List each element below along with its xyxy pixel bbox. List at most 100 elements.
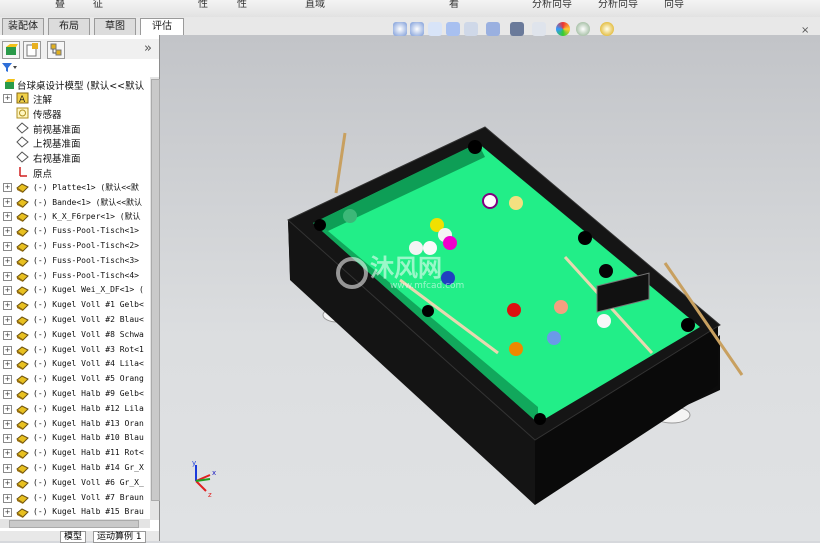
sensor-icon <box>16 107 29 119</box>
tree-item[interactable]: + (-) Bande<1> (默认<<默认 <box>0 195 150 209</box>
expand-toggle-icon[interactable]: + <box>3 182 12 192</box>
tab-motion-study[interactable]: 运动算例 1 <box>93 531 146 543</box>
tree-item[interactable]: + (-) Kugel Halb #12 Lila <box>0 402 150 416</box>
feature-tree-icon[interactable] <box>2 41 20 59</box>
tree-item[interactable]: + (-) Fuss-Pool-Tisch<1> <box>0 224 150 238</box>
hide-show-items-icon[interactable] <box>532 22 546 36</box>
coordinate-triad: y x z <box>192 459 216 499</box>
expand-toggle-icon[interactable]: + <box>3 330 12 340</box>
expand-toggle-icon[interactable]: + <box>3 478 12 488</box>
expand-toggle-icon[interactable]: + <box>3 301 12 311</box>
tab-evaluate[interactable]: 评估 <box>140 18 184 36</box>
tree-root-assembly[interactable]: 台球桌设计模型 (默认<<默认 <box>0 77 150 92</box>
tree-item[interactable]: + (-) Kugel Halb #14 Gr_X <box>0 461 150 475</box>
tree-item[interactable]: + (-) Kugel Voll #4 Lila< <box>0 357 150 371</box>
tree-item[interactable]: + A 注解 <box>0 91 150 106</box>
tree-horizontal-scrollbar[interactable] <box>0 519 150 528</box>
expand-toggle-icon[interactable]: + <box>3 316 12 325</box>
edit-appearance-icon[interactable] <box>556 22 570 36</box>
triad-z-label: y <box>192 459 196 467</box>
zoom-to-area-icon[interactable] <box>410 22 424 36</box>
part-icon <box>16 210 29 223</box>
dynamic-annotation-icon[interactable] <box>464 22 478 36</box>
tree-item[interactable]: + (-) Kugel Halb #10 Blau <box>0 431 150 445</box>
part-icon <box>16 358 29 371</box>
tree-item[interactable]: + (-) Fuss-Pool-Tisch<4> <box>0 269 150 283</box>
expand-toggle-icon[interactable]: + <box>3 449 12 459</box>
expand-toggle-icon[interactable]: + <box>3 197 12 207</box>
expand-toggle-icon[interactable]: + <box>3 271 12 281</box>
tree-item[interactable]: + (-) Kugel Voll #7 Braun <box>0 491 150 505</box>
tree-item[interactable]: + (-) Fuss-Pool-Tisch<3> <box>0 254 150 268</box>
expand-toggle-icon[interactable]: + <box>3 94 12 103</box>
toolbar-label[interactable]: 向导 <box>664 0 684 10</box>
toolbar-label[interactable]: 看 <box>449 0 459 10</box>
tree-item[interactable]: + (-) Kugel Halb #9 Gelb< <box>0 387 150 401</box>
tree-item-label: (-) Fuss-Pool-Tisch<1> <box>33 226 139 236</box>
toolbar-label[interactable]: 性 <box>237 0 247 10</box>
toolbar-label[interactable]: 征 <box>93 0 103 10</box>
apply-scene-icon[interactable] <box>576 22 590 36</box>
toolbar-label[interactable]: 分析向导 <box>598 0 638 10</box>
expand-toggle-icon[interactable]: + <box>3 212 12 222</box>
expand-toggle-icon[interactable]: + <box>3 360 12 370</box>
previous-view-icon[interactable] <box>428 22 442 36</box>
graphics-viewport[interactable]: 沐风网 www.mfcad.com y x z <box>160 22 820 541</box>
section-view-icon[interactable] <box>446 22 460 36</box>
tree-item[interactable]: 前视基准面 <box>0 121 150 136</box>
expand-toggle-icon[interactable]: + <box>3 242 12 251</box>
tree-item[interactable]: + (-) Kugel Halb #11 Rot< <box>0 446 150 460</box>
tree-item[interactable]: + (-) Platte<1> (默认<<默 <box>0 180 150 194</box>
tree-item[interactable]: + (-) Kugel Voll #1 Gelb< <box>0 298 150 312</box>
toolbar-label[interactable]: 性 <box>198 0 208 10</box>
tree-item[interactable]: + (-) Kugel Halb #15 Brau <box>0 505 150 519</box>
tab-assembly[interactable]: 装配体 <box>2 18 44 35</box>
toolbar-label[interactable]: 分析向导 <box>532 0 572 10</box>
expand-toggle-icon[interactable]: + <box>3 286 12 296</box>
expand-toggle-icon[interactable]: + <box>3 256 12 266</box>
expand-toggle-icon[interactable]: + <box>3 390 12 399</box>
expand-toggle-icon[interactable]: + <box>3 404 12 414</box>
expand-toggle-icon[interactable]: + <box>3 345 12 355</box>
tree-item[interactable]: + (-) K_X_F6rper<1> (默认 <box>0 209 150 223</box>
tree-item[interactable]: + (-) Fuss-Pool-Tisch<2> <box>0 239 150 253</box>
tree-vertical-scrollbar[interactable] <box>150 77 160 520</box>
tree-item[interactable]: + (-) Kugel Voll #6 Gr_X_ <box>0 476 150 490</box>
display-style-icon[interactable] <box>510 22 524 36</box>
expand-toggle-icon[interactable]: + <box>3 227 12 237</box>
tab-model[interactable]: 模型 <box>60 531 87 543</box>
zoom-to-fit-icon[interactable] <box>393 22 407 36</box>
tree-item[interactable]: 传感器 <box>0 106 150 121</box>
tab-sketch[interactable]: 草图 <box>94 18 136 35</box>
expand-toggle-icon[interactable]: + <box>3 434 12 444</box>
view-orientation-icon[interactable] <box>486 22 500 36</box>
tree-filter[interactable] <box>0 61 159 74</box>
tree-item[interactable]: + (-) Kugel Voll #5 Orang <box>0 372 150 386</box>
tree-item[interactable]: + (-) Kugel Wei_X_DF<1> ( <box>0 283 150 297</box>
expand-toggle-icon[interactable]: + <box>3 375 12 385</box>
expand-toggle-icon[interactable]: + <box>3 419 12 429</box>
scroll-thumb[interactable] <box>151 79 160 501</box>
toolbar-label[interactable]: 直域 <box>305 0 325 10</box>
tree-item[interactable]: 上视基准面 <box>0 135 150 150</box>
tree-item[interactable]: + (-) Kugel Voll #3 Rot<1 <box>0 343 150 357</box>
panel-expand-button[interactable]: » <box>144 41 152 56</box>
tree-item[interactable]: + (-) Kugel Halb #13 Oran <box>0 417 150 431</box>
tree-item[interactable]: 原点 <box>0 165 150 180</box>
plane-icon <box>16 151 29 163</box>
filter-icon[interactable] <box>0 61 20 73</box>
toolbar-label[interactable]: 叠 <box>55 0 65 10</box>
expand-toggle-icon[interactable]: + <box>3 508 12 518</box>
feature-manager-panel: » 台球桌设计模型 (默认<<默认 + A 注解 传感器 前视基准面 上视基准面 右视基准面… <box>0 35 160 543</box>
expand-toggle-icon[interactable]: + <box>3 493 12 503</box>
close-icon[interactable]: × <box>801 25 809 36</box>
expand-toggle-icon[interactable]: + <box>3 464 12 473</box>
tree-item[interactable]: + (-) Kugel Voll #2 Blau< <box>0 313 150 327</box>
tree-item[interactable]: 右视基准面 <box>0 150 150 165</box>
view-settings-icon[interactable] <box>600 22 614 36</box>
tab-layout[interactable]: 布局 <box>48 18 90 35</box>
configuration-manager-icon[interactable] <box>47 41 65 59</box>
property-manager-icon[interactable] <box>23 41 41 59</box>
hscroll-thumb[interactable] <box>9 520 139 528</box>
tree-item[interactable]: + (-) Kugel Voll #8 Schwa <box>0 328 150 342</box>
